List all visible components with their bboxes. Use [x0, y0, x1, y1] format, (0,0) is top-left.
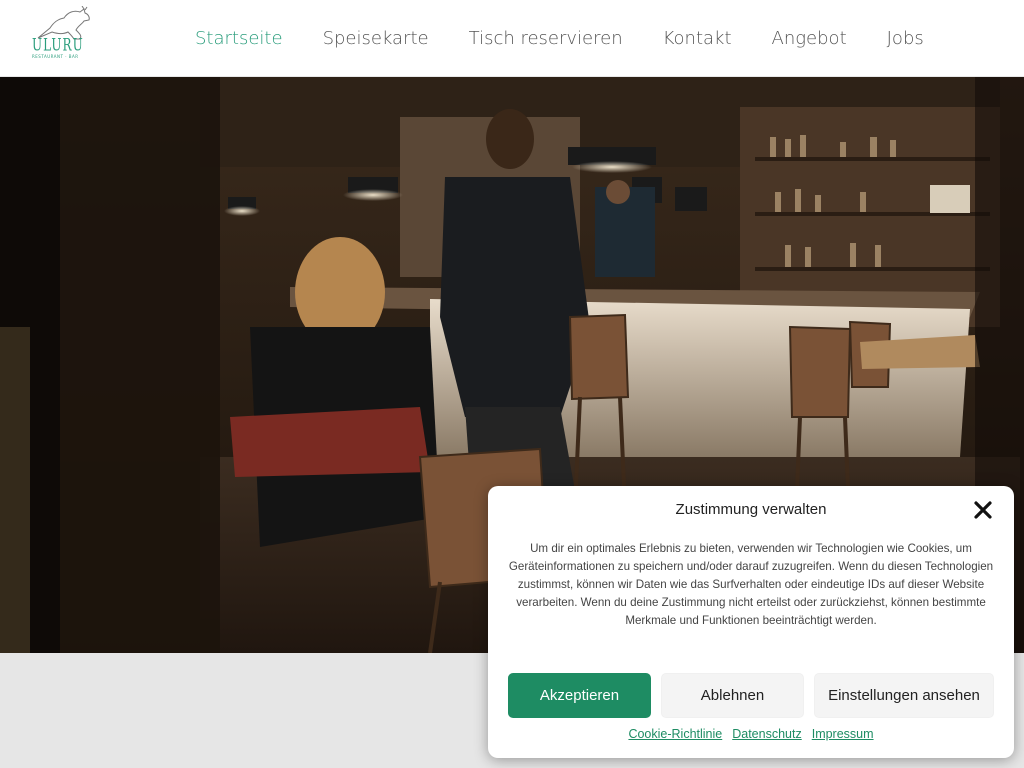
logo[interactable]: ULURU RESTAURANT · BAR — [30, 5, 94, 64]
imprint-link[interactable]: Impressum — [812, 727, 874, 741]
nav-jobs[interactable]: Jobs — [887, 28, 924, 49]
logo-subtext: RESTAURANT · BAR — [32, 54, 79, 59]
consent-title: Zustimmung verwalten — [675, 501, 827, 518]
nav-startseite[interactable]: Startseite — [195, 28, 283, 49]
nav-angebot[interactable]: Angebot — [772, 28, 847, 49]
consent-links: Cookie-Richtlinie Datenschutz Impressum — [488, 727, 1014, 741]
accept-button[interactable]: Akzeptieren — [508, 673, 651, 718]
cookie-policy-link[interactable]: Cookie-Richtlinie — [628, 727, 722, 741]
close-icon[interactable] — [972, 499, 994, 521]
main-nav: Startseite Speisekarte Tisch reservieren… — [195, 0, 964, 77]
deny-button[interactable]: Ablehnen — [661, 673, 804, 718]
cookie-consent-dialog: Zustimmung verwalten Um dir ein optimale… — [488, 486, 1014, 758]
site-header: ULURU RESTAURANT · BAR Startseite Speise… — [0, 0, 1024, 77]
nav-kontakt[interactable]: Kontakt — [663, 28, 732, 49]
privacy-link[interactable]: Datenschutz — [732, 727, 801, 741]
nav-tisch-reservieren[interactable]: Tisch reservieren — [469, 28, 623, 49]
logo-wordmark: ULURU — [32, 35, 84, 55]
view-settings-button[interactable]: Einstellungen ansehen — [814, 673, 994, 718]
nav-speisekarte[interactable]: Speisekarte — [323, 28, 429, 49]
consent-text: Um dir ein optimales Erlebnis zu bieten,… — [508, 542, 994, 627]
